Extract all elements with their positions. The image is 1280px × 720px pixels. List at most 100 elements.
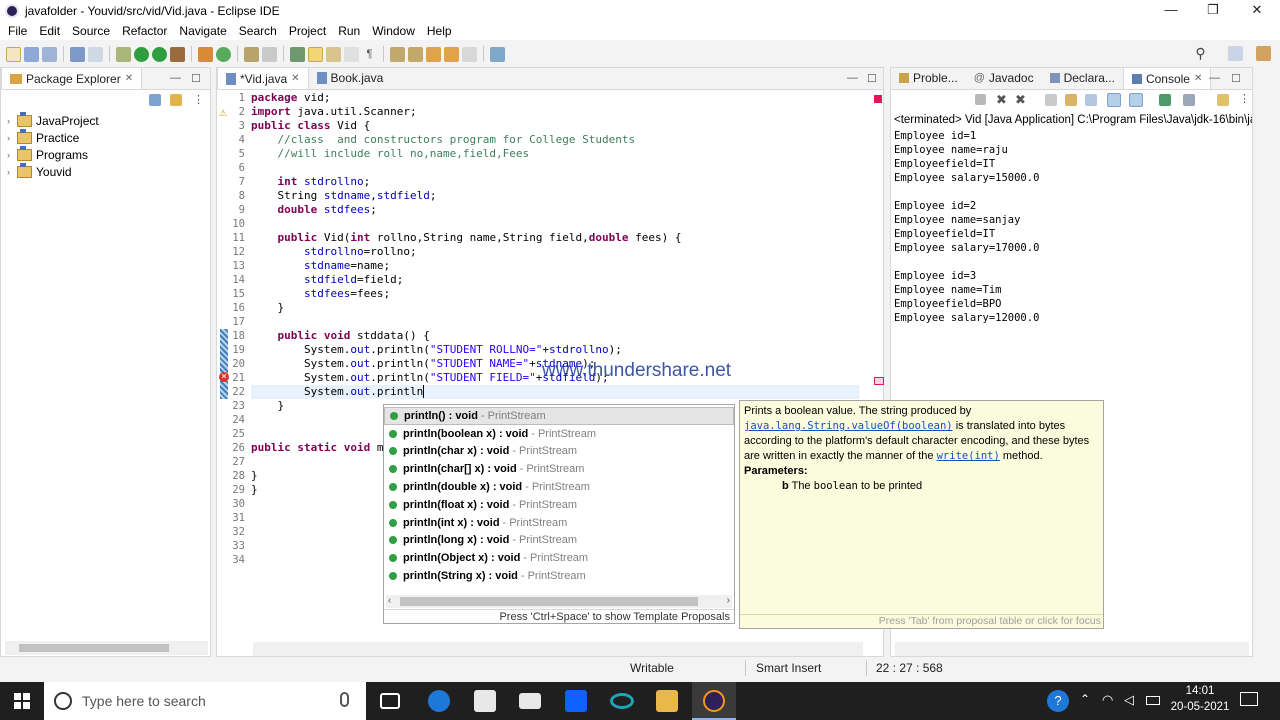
tab-problems[interactable]: Proble... — [891, 67, 966, 89]
javadoc-link[interactable]: write(int) — [937, 450, 1000, 462]
previous-annotation-icon[interactable] — [408, 46, 423, 62]
tab-vid-java[interactable]: *Vid.java ✕ — [217, 67, 309, 89]
proposal-item[interactable]: println(boolean x) : void - PrintStream — [384, 425, 734, 443]
tree-item-javaproject[interactable]: › JavaProject — [1, 111, 210, 129]
console-output[interactable]: Employee id=1 Employee name=raju Employe… — [891, 129, 1252, 325]
search-icon[interactable]: ⚲ — [1193, 46, 1208, 61]
open-perspective-icon[interactable] — [1228, 46, 1243, 61]
block-selection-icon[interactable] — [344, 46, 359, 62]
menu-file[interactable]: File — [2, 24, 33, 38]
tree-item-programs[interactable]: › Programs — [1, 145, 210, 163]
maximize-view-icon[interactable]: ☐ — [191, 72, 201, 85]
minimize-button[interactable]: — — [1148, 0, 1194, 22]
toggle-mark-icon[interactable] — [326, 46, 341, 62]
scroll-lock-icon[interactable] — [1065, 94, 1077, 106]
tab-package-explorer[interactable]: Package Explorer ✕ — [1, 67, 143, 89]
proposal-item[interactable]: println(Object x) : void - PrintStream — [384, 549, 734, 567]
expand-arrow-icon[interactable]: › — [7, 150, 17, 160]
file-explorer-icon[interactable] — [656, 690, 678, 712]
error-overview-icon[interactable] — [874, 95, 882, 103]
proposal-item[interactable]: println(int x) : void - PrintStream — [384, 514, 734, 532]
minimize-view-icon[interactable]: — — [1209, 72, 1220, 84]
close-button[interactable]: ✕ — [1234, 0, 1280, 22]
show-on-output-icon[interactable] — [1107, 93, 1121, 107]
close-icon[interactable]: ✕ — [125, 73, 133, 84]
menu-edit[interactable]: Edit — [33, 24, 66, 38]
expand-arrow-icon[interactable]: › — [7, 167, 17, 177]
proposal-item[interactable]: println(long x) : void - PrintStream — [384, 532, 734, 550]
terminate-icon[interactable] — [975, 94, 986, 105]
link-editor-icon[interactable] — [170, 94, 182, 106]
proposal-item[interactable]: println(char x) : void - PrintStream — [384, 443, 734, 461]
search-tool-icon[interactable] — [262, 46, 277, 62]
horizontal-scrollbar[interactable] — [5, 641, 208, 655]
scrollbar-thumb[interactable] — [19, 644, 169, 652]
tree-item-practice[interactable]: › Practice — [1, 128, 210, 146]
maximize-button[interactable]: ❐ — [1190, 0, 1236, 22]
scroll-right-icon[interactable]: › — [727, 595, 730, 606]
close-icon[interactable]: ✕ — [291, 73, 299, 84]
proposal-horizontal-scrollbar[interactable]: ‹ › — [386, 595, 732, 608]
whitespace-icon[interactable]: ¶ — [362, 47, 377, 62]
remove-all-icon[interactable]: ✖ — [1013, 92, 1028, 107]
open-console-icon[interactable] — [1217, 94, 1229, 106]
menu-search[interactable]: Search — [233, 24, 283, 38]
new-icon[interactable] — [6, 46, 21, 62]
expand-arrow-icon[interactable]: › — [7, 116, 17, 126]
taskbar-date[interactable]: 20-05-2021 — [1166, 701, 1234, 713]
editor-horizontal-scrollbar[interactable] — [253, 642, 863, 656]
minimize-view-icon[interactable]: — — [847, 72, 858, 84]
edge-icon[interactable] — [428, 690, 450, 712]
chevron-up-icon[interactable]: ⌃ — [1080, 692, 1090, 706]
mail-icon[interactable] — [519, 693, 541, 709]
proposal-item[interactable]: println() : void - PrintStream — [384, 407, 734, 425]
menu-project[interactable]: Project — [283, 24, 332, 38]
open-type-icon[interactable] — [244, 46, 259, 62]
wifi-icon[interactable]: ◠ — [1102, 692, 1113, 708]
tab-book-java[interactable]: Book.java — [309, 67, 392, 89]
console-icon[interactable] — [70, 46, 85, 62]
proposal-item[interactable]: println(double x) : void - PrintStream — [384, 478, 734, 496]
forward-icon[interactable] — [462, 46, 477, 62]
new-class-icon[interactable] — [216, 46, 231, 62]
console-horizontal-scrollbar[interactable] — [895, 642, 1249, 656]
scrollbar-thumb[interactable] — [400, 597, 698, 606]
menu-help[interactable]: Help — [421, 24, 458, 38]
battery-icon[interactable] — [1146, 696, 1160, 705]
close-icon[interactable]: ✕ — [1194, 73, 1202, 84]
tree-item-youvid[interactable]: › Youvid — [1, 162, 210, 180]
save-icon[interactable] — [24, 46, 39, 62]
last-edit-icon[interactable] — [426, 46, 441, 62]
microphone-icon[interactable] — [340, 692, 349, 707]
javadoc-link[interactable]: java.lang.String.valueOf(boolean) — [744, 420, 953, 432]
proposal-item[interactable]: println(char[] x) : void - PrintStream — [384, 460, 734, 478]
highlight-icon[interactable] — [308, 46, 323, 62]
overview-ruler-marker[interactable] — [874, 377, 884, 385]
arduino-icon[interactable] — [610, 693, 634, 709]
dropbox-icon[interactable] — [565, 690, 587, 712]
menu-window[interactable]: Window — [366, 24, 421, 38]
remove-launch-icon[interactable]: ✖ — [994, 92, 1009, 107]
word-wrap-icon[interactable] — [1085, 94, 1097, 106]
coverage-icon[interactable] — [152, 46, 167, 62]
maximize-view-icon[interactable]: ☐ — [1231, 72, 1241, 85]
notification-icon[interactable] — [1240, 692, 1258, 706]
maximize-view-icon[interactable]: ☐ — [867, 72, 877, 85]
volume-icon[interactable]: ◁ — [1124, 692, 1134, 708]
pin-console-icon[interactable] — [1159, 94, 1171, 106]
annotation-icon[interactable] — [290, 46, 305, 62]
back-icon[interactable] — [444, 46, 459, 62]
tab-javadoc[interactable]: @ Javadoc — [966, 67, 1042, 89]
display-console-icon[interactable] — [1183, 94, 1195, 106]
minimize-view-icon[interactable]: — — [170, 72, 181, 84]
java-perspective-icon[interactable] — [1256, 46, 1271, 61]
tab-console[interactable]: Console ✕ — [1122, 67, 1212, 89]
eclipse-taskbar-button[interactable] — [692, 682, 736, 720]
skip-breakpoints-icon[interactable] — [88, 46, 103, 62]
tab-declaration[interactable]: Declara... — [1042, 67, 1123, 89]
menu-navigate[interactable]: Navigate — [173, 24, 232, 38]
help-icon[interactable]: ? — [1047, 690, 1069, 712]
expand-arrow-icon[interactable]: › — [7, 133, 17, 143]
collapse-all-icon[interactable] — [149, 94, 161, 106]
view-menu-icon[interactable]: ⋮ — [193, 93, 204, 108]
